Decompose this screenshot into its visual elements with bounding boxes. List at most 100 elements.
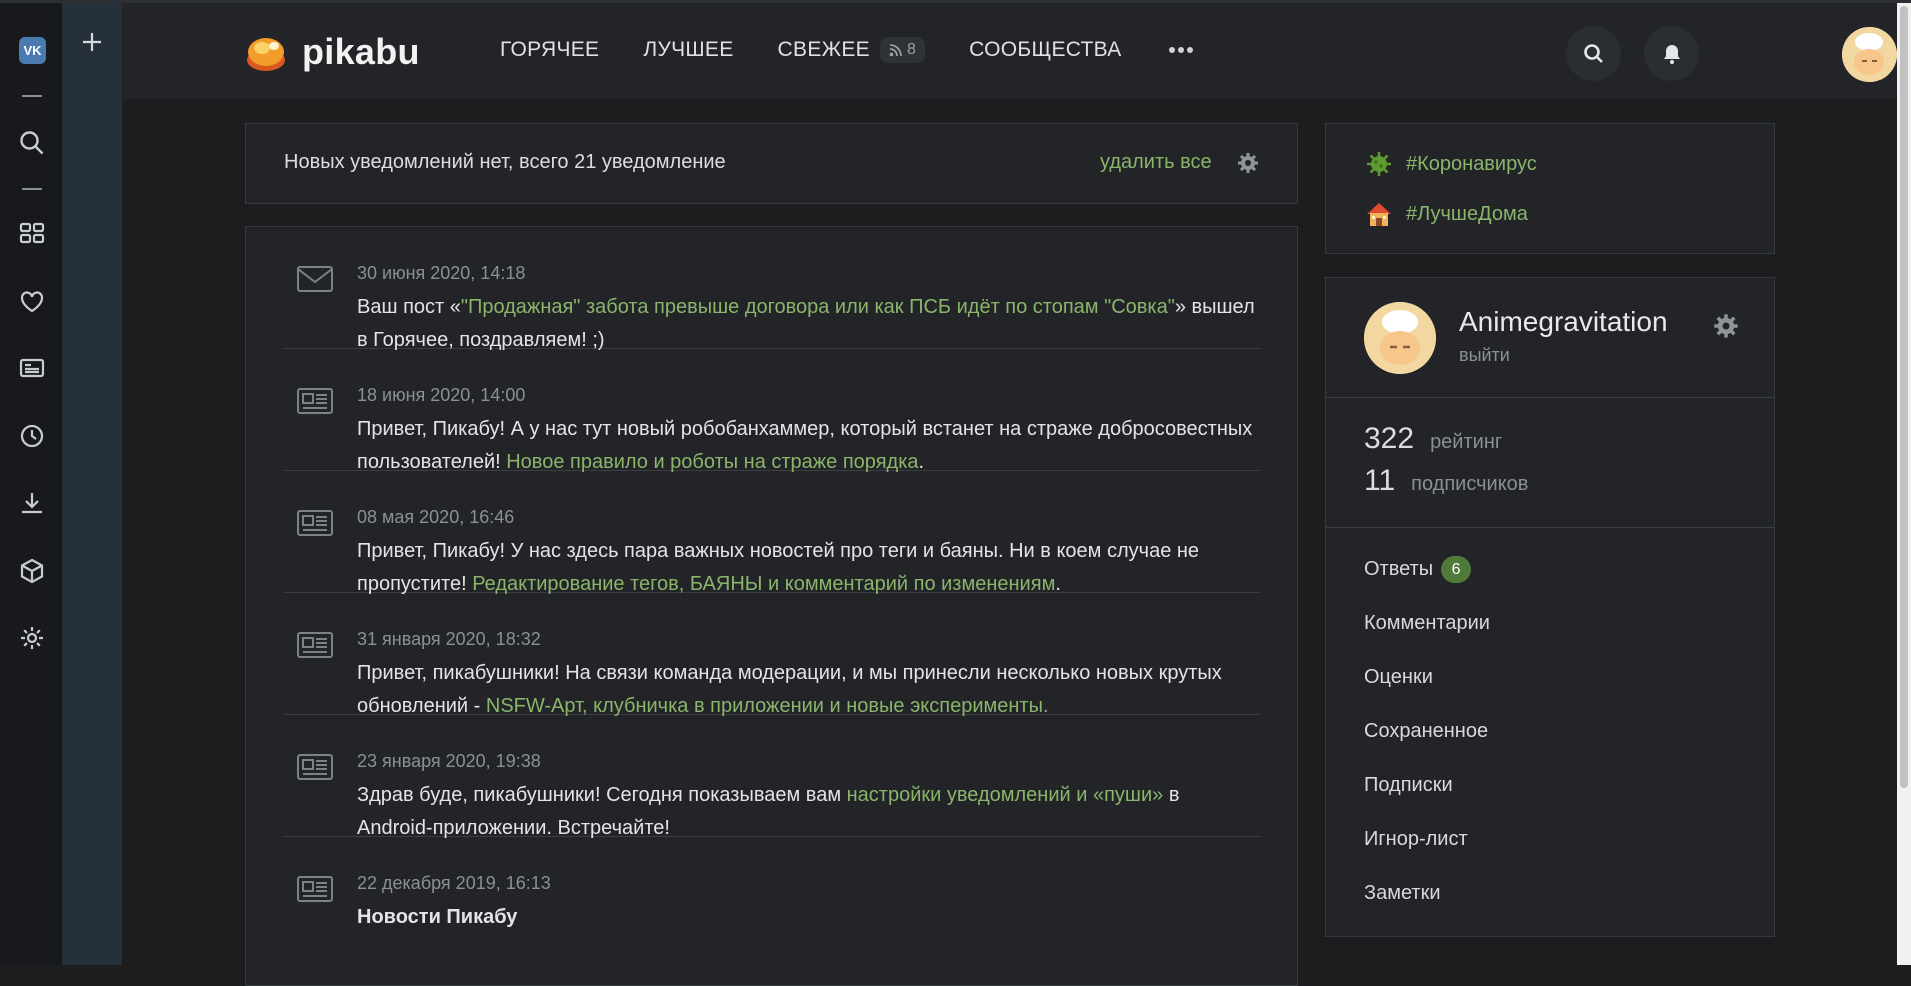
apps-grid-icon[interactable] — [17, 218, 47, 248]
cube-icon[interactable] — [17, 556, 47, 586]
menu-saved[interactable]: Сохраненное — [1364, 720, 1488, 743]
notification-date: 22 декабря 2019, 16:13 — [357, 873, 551, 893]
notifications-header: Новых уведомлений нет, всего 21 уведомле… — [245, 123, 1298, 204]
vk-sidebar: VK — [0, 0, 62, 965]
notifications-button[interactable] — [1644, 26, 1699, 81]
newspaper-icon — [297, 388, 333, 414]
notification-date: 18 июня 2020, 14:00 — [357, 385, 526, 405]
rating-stat: 322 рейтинг — [1364, 422, 1502, 456]
tag-label: #Коронавирус — [1406, 152, 1537, 175]
notification-settings-gear-icon[interactable] — [1236, 151, 1260, 175]
fresh-count: 8 — [906, 41, 917, 58]
vk-logo-icon[interactable]: VK — [19, 37, 46, 64]
rss-icon — [889, 44, 902, 57]
delete-all-link[interactable]: удалить все — [1100, 151, 1212, 174]
answers-count-badge: 6 — [1441, 556, 1472, 583]
tag-coronavirus[interactable]: #Коронавирус — [1364, 149, 1537, 179]
notification-date: 31 января 2020, 18:32 — [357, 629, 541, 649]
page-scrollbar-thumb[interactable] — [1900, 6, 1908, 788]
brand-name: pikabu — [302, 31, 420, 72]
main-nav: ГОРЯЧЕЕ ЛУЧШЕЕ СВЕЖЕЕ 8 СООБЩЕСТВА — [500, 35, 1196, 65]
notification-link[interactable]: Новое правило и роботы на страже порядка — [506, 451, 918, 473]
download-icon[interactable] — [17, 488, 47, 518]
newspaper-icon — [297, 510, 333, 536]
profile-avatar[interactable] — [1364, 302, 1436, 374]
notification-link[interactable]: настройки уведомлений и «пуши» — [847, 784, 1164, 806]
settings-gear-icon[interactable] — [17, 623, 47, 653]
notification-item: 18 июня 2020, 14:00 Привет, Пикабу! А у … — [284, 385, 1260, 473]
newspaper-icon — [297, 876, 333, 902]
nav-fresh-label: СВЕЖЕЕ — [777, 38, 870, 61]
profile-card: Animegravitation выйти 322 рейтинг 11 по… — [1325, 277, 1775, 937]
heart-icon[interactable] — [17, 286, 47, 316]
pikabu-logo-icon — [247, 38, 285, 71]
divider — [22, 95, 42, 97]
subscribers-value: 11 — [1364, 464, 1396, 497]
menu-subscriptions[interactable]: Подписки — [1364, 774, 1453, 797]
site-header: pikabu ГОРЯЧЕЕ ЛУЧШЕЕ СВЕЖЕЕ 8 СООБЩЕСТВ… — [122, 3, 1897, 99]
plus-icon[interactable] — [76, 26, 108, 58]
virus-icon — [1367, 152, 1391, 176]
notification-item: 31 января 2020, 18:32 Привет, пикабушник… — [284, 629, 1260, 717]
user-avatar[interactable] — [1842, 27, 1897, 82]
menu-ratings[interactable]: Оценки — [1364, 666, 1433, 689]
notification-item: 22 декабря 2019, 16:13 Новости Пикабу — [284, 873, 1260, 943]
notification-date: 23 января 2020, 19:38 — [357, 751, 541, 771]
rating-label: рейтинг — [1430, 431, 1503, 453]
menu-answers-label: Ответы — [1364, 558, 1434, 580]
subscribers-label: подписчиков — [1411, 473, 1529, 495]
notification-link[interactable]: "Продажная" забота превыше договора или … — [461, 296, 1175, 318]
notification-date: 08 мая 2020, 16:46 — [357, 507, 515, 527]
add-panel — [62, 0, 122, 965]
profile-username[interactable]: Animegravitation — [1459, 306, 1668, 338]
logout-link[interactable]: выйти — [1459, 345, 1510, 366]
notification-text: Новости Пикабу — [357, 901, 1257, 934]
envelope-icon — [297, 266, 333, 292]
notification-title: Новости Пикабу — [357, 906, 518, 928]
more-dots-icon[interactable] — [1166, 35, 1196, 65]
notification-date: 30 июня 2020, 14:18 — [357, 263, 526, 283]
search-button[interactable] — [1566, 26, 1621, 81]
search-icon — [1583, 43, 1603, 63]
notification-item: 30 июня 2020, 14:18 Ваш пост «"Продажная… — [284, 263, 1260, 351]
bell-icon — [1663, 44, 1680, 64]
notification-link[interactable]: NSFW-Арт, клубничка в приложении и новые… — [486, 695, 1049, 717]
notification-text: Здрав буде, пикабушники! Сегодня показыв… — [357, 784, 1180, 839]
nav-fresh[interactable]: СВЕЖЕЕ 8 — [778, 37, 926, 63]
menu-comments[interactable]: Комментарии — [1364, 612, 1490, 635]
newspaper-icon — [297, 754, 333, 780]
nav-communities[interactable]: СООБЩЕСТВА — [969, 38, 1121, 62]
notification-item: 08 мая 2020, 16:46 Привет, Пикабу! У нас… — [284, 507, 1260, 595]
fresh-count-badge: 8 — [879, 37, 926, 63]
menu-notes[interactable]: Заметки — [1364, 882, 1441, 905]
top-border — [0, 0, 1911, 3]
divider — [1326, 397, 1774, 398]
search-icon[interactable] — [17, 128, 47, 158]
notifications-list: 30 июня 2020, 14:18 Ваш пост «"Продажная… — [245, 226, 1298, 986]
notification-text: Привет, Пикабу! У нас здесь пара важных … — [357, 540, 1200, 595]
divider — [1326, 527, 1774, 528]
newspaper-icon — [297, 632, 333, 658]
notification-text: Привет, Пикабу! А у нас тут новый робоба… — [357, 418, 1253, 473]
trending-tags: #Коронавирус #ЛучшеДома — [1325, 123, 1775, 254]
tag-label: #ЛучшеДома — [1406, 202, 1528, 225]
nav-best[interactable]: ЛУЧШЕЕ — [643, 38, 733, 62]
news-icon[interactable] — [17, 353, 47, 383]
notification-text: Ваш пост «"Продажная" забота превыше дог… — [357, 296, 1255, 351]
profile-settings-gear-icon[interactable] — [1712, 312, 1740, 340]
subscribers-stat: 11 подписчиков — [1364, 464, 1528, 498]
avatar-image — [1842, 27, 1897, 82]
notification-item: 23 января 2020, 19:38 Здрав буде, пикабу… — [284, 751, 1260, 839]
house-icon — [1367, 203, 1391, 226]
menu-ignore-list[interactable]: Игнор-лист — [1364, 828, 1468, 851]
nav-hot[interactable]: ГОРЯЧЕЕ — [500, 38, 599, 62]
tag-better-home[interactable]: #ЛучшеДома — [1364, 199, 1528, 229]
site-logo[interactable]: pikabu — [244, 29, 420, 75]
menu-answers[interactable]: Ответы 6 — [1364, 556, 1472, 583]
clock-icon[interactable] — [17, 421, 47, 451]
rating-value: 322 — [1364, 422, 1415, 455]
notification-link[interactable]: Редактирование тегов, БАЯНЫ и комментари… — [472, 573, 1055, 595]
notifications-summary: Новых уведомлений нет, всего 21 уведомле… — [284, 151, 726, 173]
divider — [22, 188, 42, 190]
notification-text: Привет, пикабушники! На связи команда мо… — [357, 662, 1222, 717]
